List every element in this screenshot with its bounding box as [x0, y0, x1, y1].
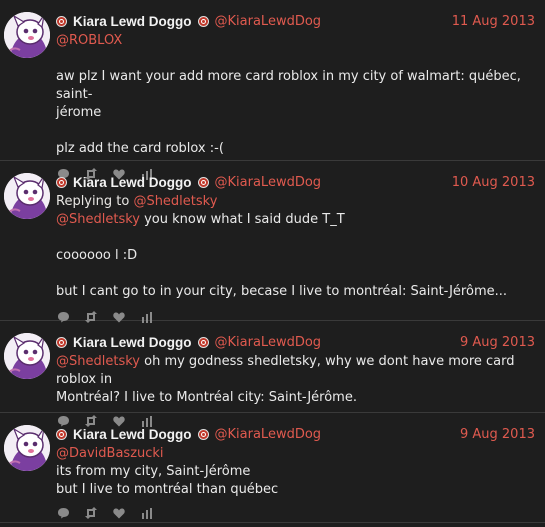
text-line: coooooo l :D	[56, 248, 138, 263]
tweet[interactable]: Kiara Lewd Doggo @KiaraLewdDog 9 Aug 201…	[0, 413, 545, 523]
avatar[interactable]	[4, 425, 50, 471]
tweet-text: aw plz I want your add more card roblox …	[56, 68, 535, 158]
handle[interactable]: @KiaraLewdDog	[215, 335, 322, 350]
tweet-header: Kiara Lewd Doggo @KiaraLewdDog 9 Aug 201…	[56, 331, 535, 353]
reply-icon[interactable]	[56, 506, 70, 520]
replying-to-label: Replying to	[56, 194, 130, 209]
tweet-header: Kiara Lewd Doggo @KiaraLewdDog 11 Aug 20…	[56, 10, 535, 32]
timeline: Kiara Lewd Doggo @KiaraLewdDog 11 Aug 20…	[0, 0, 545, 527]
display-name[interactable]: Kiara Lewd Doggo	[73, 427, 192, 442]
mention-line: @ROBLOX	[56, 32, 535, 50]
tweet-text: its from my city, Saint-Jérôme but I liv…	[56, 463, 535, 499]
text-line: but I cant go to in your city, becase I …	[56, 284, 508, 299]
heart-icon[interactable]	[112, 506, 126, 520]
tweet[interactable]: Kiara Lewd Doggo @KiaraLewdDog 11 Aug 20…	[0, 0, 545, 180]
stats-icon[interactable]	[140, 506, 154, 520]
retweet-icon[interactable]	[84, 506, 98, 520]
tweet-date[interactable]: 9 Aug 2013	[460, 427, 535, 442]
mention-link[interactable]: @Shedletsky	[56, 354, 140, 369]
tweet-date[interactable]: 9 Aug 2013	[460, 335, 535, 350]
text-fragment: you know what I said dude T_T	[139, 212, 345, 227]
avatar-image	[4, 425, 50, 471]
text-line: aw plz I want your add more card roblox …	[56, 69, 521, 102]
roblox-badge-icon	[56, 15, 67, 27]
avatar-image	[4, 173, 50, 219]
avatar[interactable]	[4, 12, 50, 58]
replying-to: Replying to @Shedletsky	[56, 193, 535, 211]
tweet-header: Kiara Lewd Doggo @KiaraLewdDog 9 Aug 201…	[56, 423, 535, 445]
text-line: @Shedletsky oh my godness shedletsky, wh…	[56, 353, 535, 389]
mention-link[interactable]: @Shedletsky	[56, 212, 140, 227]
roblox-badge-icon	[197, 428, 209, 440]
avatar-image	[4, 12, 50, 58]
text-line: its from my city, Saint-Jérôme	[56, 464, 251, 479]
avatar[interactable]	[4, 333, 50, 379]
text-line: jérome	[56, 105, 102, 120]
handle[interactable]: @KiaraLewdDog	[215, 175, 322, 190]
roblox-badge-icon	[56, 428, 67, 440]
roblox-badge-icon	[197, 176, 209, 188]
mention-link[interactable]: @ROBLOX	[56, 33, 122, 48]
mention-line: @DavidBaszucki	[56, 445, 535, 463]
text-line	[56, 229, 535, 247]
display-name[interactable]: Kiara Lewd Doggo	[73, 335, 192, 350]
display-name[interactable]: Kiara Lewd Doggo	[73, 14, 192, 29]
roblox-badge-icon	[56, 336, 67, 348]
text-line	[56, 122, 535, 140]
tweet-text: @Shedletsky you know what I said dude T_…	[56, 211, 535, 301]
handle[interactable]: @KiaraLewdDog	[215, 427, 322, 442]
roblox-badge-icon	[56, 176, 67, 188]
text-line: plz add the card roblox :-(	[56, 141, 224, 156]
tweet-actions	[56, 505, 535, 521]
tweet-date[interactable]: 10 Aug 2013	[452, 175, 535, 190]
tweet-text: @Shedletsky oh my godness shedletsky, wh…	[56, 353, 535, 407]
handle[interactable]: @KiaraLewdDog	[215, 14, 322, 29]
mention-link[interactable]: @DavidBaszucki	[56, 446, 164, 461]
tweet[interactable]: Kiara Lewd Doggo @KiaraLewdDog 9 Aug 201…	[0, 321, 545, 427]
roblox-badge-icon	[197, 15, 209, 27]
roblox-badge-icon	[197, 336, 209, 348]
tweet[interactable]: Kiara Lewd Doggo @KiaraLewdDog 10 Aug 20…	[0, 161, 545, 323]
avatar[interactable]	[4, 173, 50, 219]
replying-to-link[interactable]: @Shedletsky	[133, 194, 217, 209]
tweet-header: Kiara Lewd Doggo @KiaraLewdDog 10 Aug 20…	[56, 171, 535, 193]
text-line: @Shedletsky you know what I said dude T_…	[56, 211, 535, 229]
text-line: but I live to montréal than québec	[56, 482, 279, 497]
text-line: Montréal? I live to Montréal city: Saint…	[56, 390, 357, 405]
avatar-image	[4, 333, 50, 379]
tweet-date[interactable]: 11 Aug 2013	[452, 14, 535, 29]
text-line	[56, 265, 535, 283]
display-name[interactable]: Kiara Lewd Doggo	[73, 175, 192, 190]
